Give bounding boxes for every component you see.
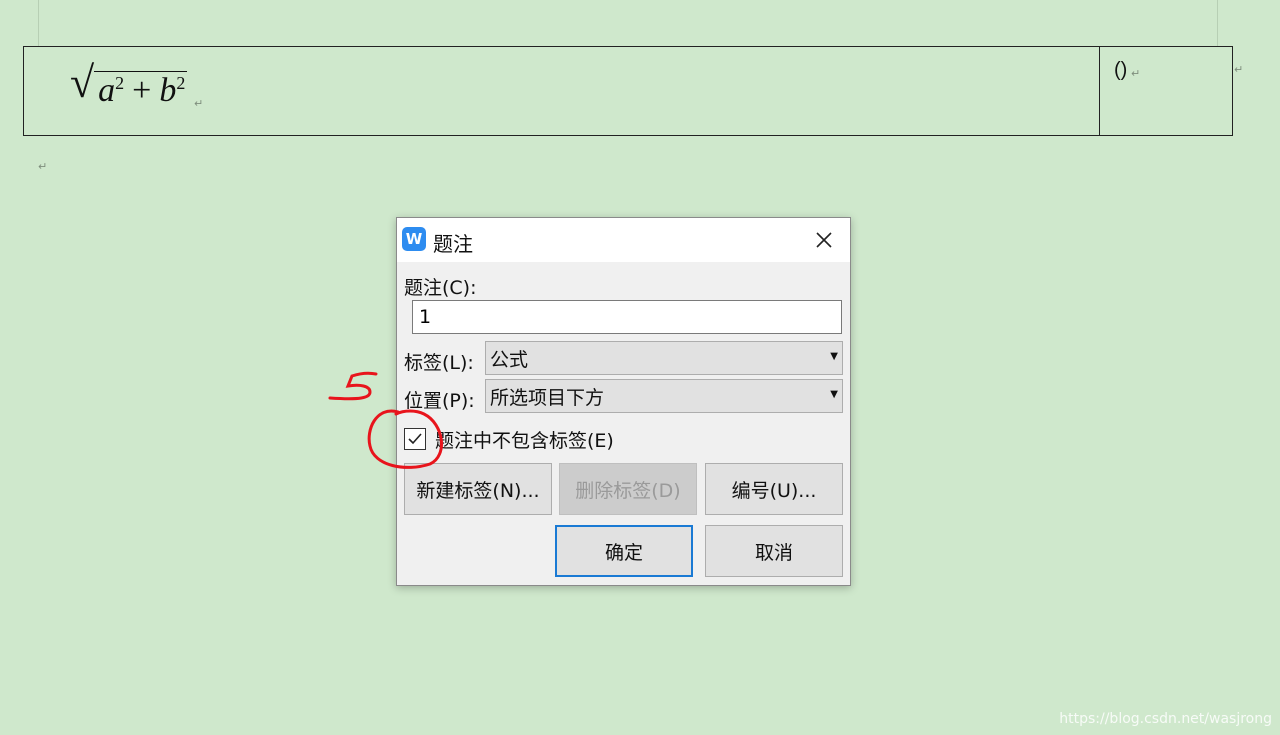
delete-label-button[interactable]: 删除标签(D) [559, 463, 697, 515]
caption-dialog: W 题注 题注(C): 标签(L): 公式 ▼ 位置(P): 所选项目下方 ▼ … [396, 217, 851, 586]
position-select[interactable]: 所选项目下方 ▼ [485, 379, 843, 413]
margin-guide-left [38, 0, 39, 46]
position-select-value: 所选项目下方 [490, 387, 605, 409]
radicand: a2 + b2 [94, 71, 188, 109]
equation-table[interactable]: √ a2 + b2 ↵ () ↵ ↵ [23, 46, 1243, 136]
square-root-sign: √ [70, 58, 95, 107]
position-label: 位置(P): [404, 390, 475, 412]
paragraph-mark: ↵ [38, 160, 48, 173]
exponent-a: 2 [115, 73, 125, 93]
exclude-label-checkbox-label[interactable]: 题注中不包含标签(E) [435, 426, 614, 453]
close-button[interactable] [804, 224, 844, 256]
paragraph-mark: ↵ [1131, 67, 1141, 80]
table-column-divider [1099, 47, 1100, 135]
ok-button[interactable]: 确定 [555, 525, 693, 577]
dropdown-arrow-icon: ▼ [830, 389, 838, 400]
tag-select[interactable]: 公式 ▼ [485, 341, 843, 375]
watermark: https://blog.csdn.net/wasjrong [1059, 711, 1272, 727]
equation-number[interactable]: () [1114, 59, 1127, 82]
dialog-title: 题注 [433, 232, 473, 256]
tag-select-value: 公式 [490, 349, 529, 371]
variable-b: b [159, 72, 177, 109]
annotation-digit-stroke [328, 371, 378, 401]
variable-a: a [98, 72, 116, 109]
numbering-button[interactable]: 编号(U)... [705, 463, 843, 515]
caption-input[interactable] [412, 300, 842, 334]
plus-operator: + [132, 72, 152, 109]
exponent-b: 2 [176, 73, 186, 93]
cancel-button[interactable]: 取消 [705, 525, 843, 577]
tag-label: 标签(L): [404, 352, 474, 374]
checkmark-icon [408, 433, 422, 445]
dialog-titlebar[interactable]: W 题注 [397, 218, 850, 262]
paragraph-mark: ↵ [194, 97, 204, 110]
margin-guide-right [1217, 0, 1218, 46]
new-label-button[interactable]: 新建标签(N)... [404, 463, 552, 515]
equation-formula[interactable]: √ a2 + b2 [70, 61, 188, 119]
exclude-label-checkbox[interactable] [404, 428, 426, 450]
dropdown-arrow-icon: ▼ [830, 351, 838, 362]
caption-label: 题注(C): [404, 277, 477, 299]
wps-writer-icon: W [402, 227, 426, 251]
row-end-mark: ↵ [1234, 63, 1244, 76]
close-icon [816, 232, 832, 248]
